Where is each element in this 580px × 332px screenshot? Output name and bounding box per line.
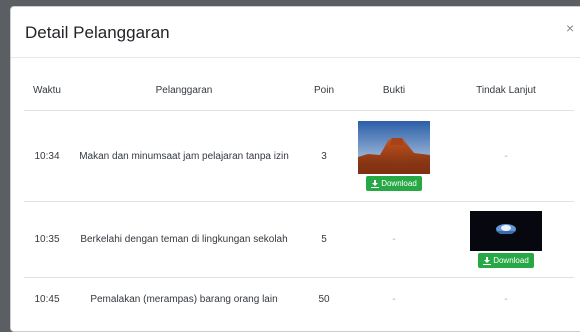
followup-image-dark[interactable] <box>470 211 542 251</box>
column-header-points: Poin <box>298 70 350 111</box>
violation-table: Waktu Pelanggaran Poin Bukti Tindak Lanj… <box>24 70 574 320</box>
cell-violation: Makan dan minumsaat jam pelajaran tanpa … <box>70 110 298 202</box>
cell-points: 3 <box>298 110 350 202</box>
proof-image-desert[interactable] <box>358 121 430 174</box>
download-label: Download <box>381 179 417 188</box>
cell-points: 5 <box>298 201 350 278</box>
column-header-proof: Bukti <box>350 70 438 111</box>
modal-title: Detail Pelanggaran <box>25 23 170 42</box>
modal-header: Detail Pelanggaran × <box>11 7 580 58</box>
cell-proof: Download <box>350 110 438 202</box>
cell-followup: Download <box>438 201 574 278</box>
cell-proof: - <box>350 201 438 278</box>
cell-proof: - <box>392 293 396 305</box>
download-button[interactable]: Download <box>366 176 422 191</box>
download-icon <box>371 179 380 188</box>
download-label: Download <box>493 256 529 265</box>
column-header-violation: Pelanggaran <box>70 70 298 111</box>
table-row: 10:35 Berkelahi dengan teman di lingkung… <box>24 201 574 278</box>
download-button[interactable]: Download <box>478 253 534 268</box>
violation-detail-modal: Detail Pelanggaran × Waktu Pelanggaran P… <box>10 6 580 332</box>
table-row: 10:45 Pemalakan (merampas) barang orang … <box>24 278 574 321</box>
cell-violation: Berkelahi dengan teman di lingkungan sek… <box>70 201 298 278</box>
cell-points: 50 <box>318 293 330 305</box>
cell-violation: Pemalakan (merampas) barang orang lain <box>90 293 278 305</box>
close-button[interactable]: × <box>566 21 580 35</box>
column-header-followup: Tindak Lanjut <box>438 70 574 111</box>
table-row: 10:34 Makan dan minumsaat jam pelajaran … <box>24 110 574 202</box>
download-icon <box>483 256 492 265</box>
cell-followup: - <box>504 293 508 305</box>
cell-time: 10:34 <box>24 110 70 202</box>
cell-followup: - <box>438 110 574 202</box>
table-header-row: Waktu Pelanggaran Poin Bukti Tindak Lanj… <box>24 70 574 111</box>
cell-time: 10:45 <box>34 293 60 305</box>
cell-time: 10:35 <box>24 201 70 278</box>
column-header-time: Waktu <box>24 70 70 111</box>
